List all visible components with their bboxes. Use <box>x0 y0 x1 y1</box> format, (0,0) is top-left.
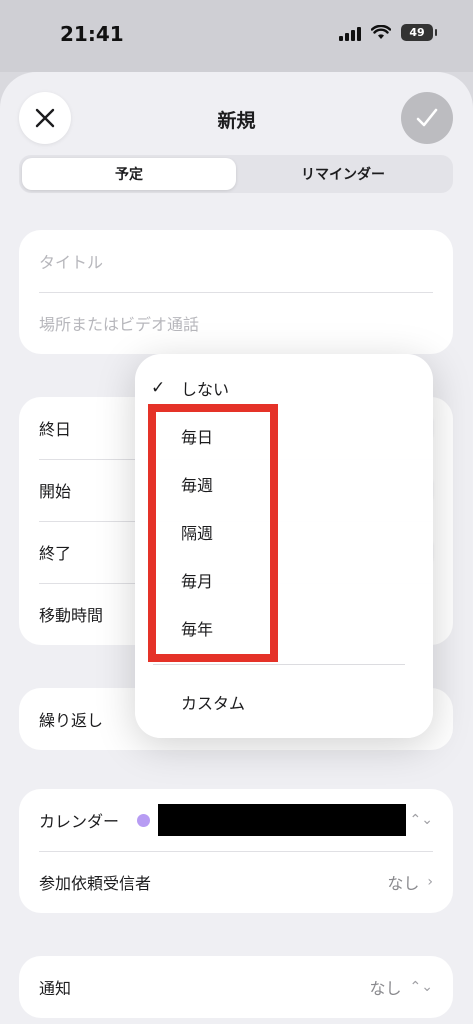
status-icons: 49 <box>339 24 437 41</box>
title-field[interactable]: タイトル <box>19 230 453 292</box>
wifi-icon <box>371 25 391 39</box>
calendar-name-redacted <box>158 804 407 836</box>
status-bar: 21:41 49 <box>0 0 473 72</box>
calendar-color-dot <box>137 813 151 827</box>
alert-value: なし <box>369 979 402 998</box>
alert-card: 通知 なし ⌃⌄ <box>19 956 453 1018</box>
checkmark-icon <box>416 108 438 127</box>
calendar-card: カレンダー ⌃⌄ 参加依頼受信者 なし › <box>19 789 453 913</box>
location-placeholder: 場所またはビデオ通話 <box>39 315 200 334</box>
menu-item-label: カスタム <box>181 694 246 713</box>
battery-level: 49 <box>409 26 425 39</box>
invitees-row[interactable]: 参加依頼受信者 なし › <box>19 851 453 913</box>
invitees-label: 参加依頼受信者 <box>39 874 152 893</box>
calendar-label: カレンダー <box>39 812 120 831</box>
segmented-control: 予定 リマインダー <box>19 155 453 193</box>
title-placeholder: タイトル <box>39 253 104 272</box>
menu-divider <box>153 664 405 665</box>
updown-chevron-icon: ⌃⌄ <box>409 812 433 828</box>
invitees-value: なし <box>387 874 420 893</box>
updown-chevron-icon: ⌃⌄ <box>409 979 433 995</box>
signal-icon <box>339 25 361 41</box>
battery-icon: 49 <box>401 24 437 41</box>
location-field[interactable]: 場所またはビデオ通話 <box>19 292 453 354</box>
checkmark-icon: ✓ <box>151 378 166 398</box>
all-day-label: 終日 <box>39 420 72 439</box>
title-location-card: タイトル 場所またはビデオ通話 <box>19 230 453 354</box>
menu-item-custom[interactable]: カスタム <box>135 682 433 722</box>
repeat-label: 繰り返し <box>39 711 104 730</box>
highlight-annotation <box>148 404 278 662</box>
tab-reminder[interactable]: リマインダー <box>236 158 450 190</box>
status-time: 21:41 <box>60 22 124 46</box>
calendar-row[interactable]: カレンダー ⌃⌄ <box>19 789 453 851</box>
end-label: 終了 <box>39 544 72 563</box>
menu-item-label: しない <box>181 380 230 399</box>
alert-row[interactable]: 通知 なし ⌃⌄ <box>19 956 453 1018</box>
menu-item-never[interactable]: ✓ しない <box>135 368 433 408</box>
alert-value-wrap: なし ⌃⌄ <box>370 975 433 999</box>
tab-event[interactable]: 予定 <box>22 158 236 190</box>
alert-label: 通知 <box>39 979 72 998</box>
done-button[interactable] <box>401 92 453 144</box>
invitees-value-wrap: なし › <box>387 870 433 894</box>
travel-time-label: 移動時間 <box>39 606 104 625</box>
chevron-right-icon: › <box>427 874 433 890</box>
start-label: 開始 <box>39 482 72 501</box>
